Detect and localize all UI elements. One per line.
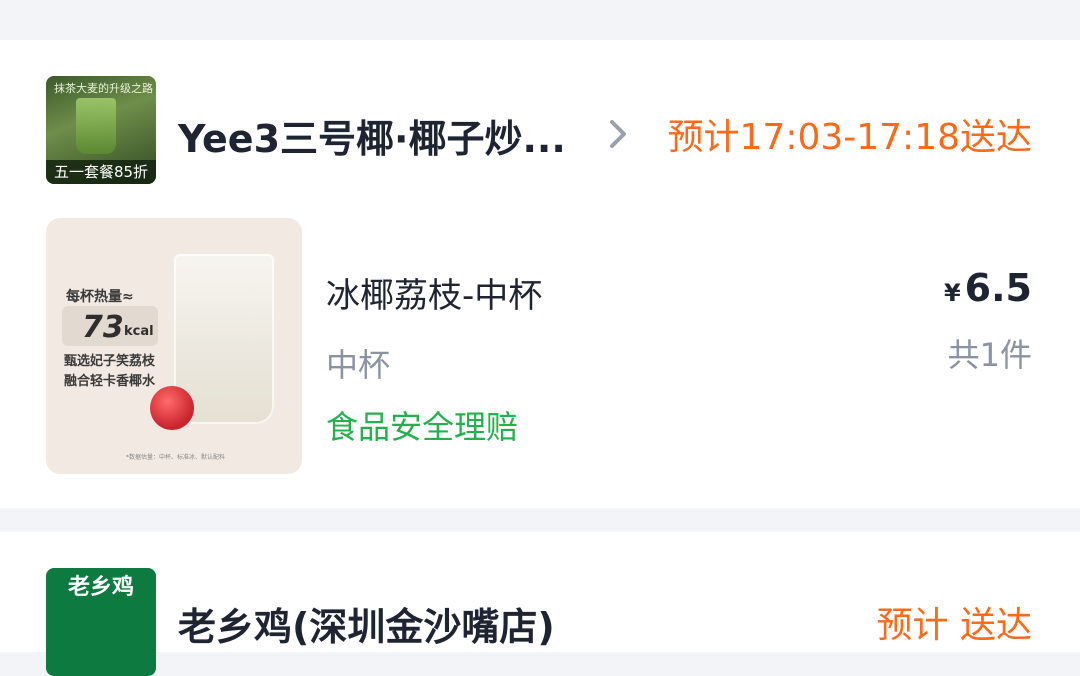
item-quantity: 共1件 bbox=[947, 336, 1032, 374]
food-safety-claim-link[interactable]: 食品安全理赔 bbox=[326, 402, 518, 448]
delivery-eta: 预计17:03-17:18送达 bbox=[667, 117, 1032, 158]
matcha-cup-image bbox=[76, 98, 116, 154]
product-price: ¥6.5 bbox=[944, 266, 1032, 310]
product-tagline-1: 甄选妃子笑荔枝 bbox=[64, 354, 156, 369]
product-image[interactable]: 每杯热量≈ 73 kcal 甄选妃子笑荔枝 融合轻卡香椰水 *数据估量：中杯、标… bbox=[46, 218, 302, 474]
calorie-unit: kcal bbox=[124, 324, 154, 339]
shop-name[interactable]: Yee3三号椰·椰子炒... bbox=[178, 108, 566, 163]
order-card[interactable]: 抹茶大麦的升级之路 五一套餐85折 Yee3三号椰·椰子炒... 预计17:03… bbox=[0, 40, 1080, 508]
shop-logo-text: 老乡鸡 bbox=[67, 575, 134, 600]
shop-name[interactable]: 老乡鸡(深圳金沙嘴店) bbox=[178, 596, 555, 651]
shop-promo-banner: 五一套餐85折 bbox=[46, 160, 156, 184]
order-card[interactable]: 老乡鸡 老乡鸡(深圳金沙嘴店) 预计 送达 bbox=[0, 532, 1080, 676]
shop-thumbnail[interactable]: 老乡鸡 bbox=[46, 568, 156, 676]
shop-thumbnail-caption: 抹茶大麦的升级之路 bbox=[54, 82, 153, 95]
calorie-value: 73 bbox=[82, 310, 124, 345]
currency-symbol: ¥ bbox=[943, 279, 961, 307]
calorie-disclaimer: *数据估量：中杯、标准冰、默认配料 bbox=[126, 454, 226, 461]
delivery-eta: 预计 送达 bbox=[876, 605, 1032, 646]
price-value: 6.5 bbox=[964, 266, 1032, 310]
product-name[interactable]: 冰椰荔枝-中杯 bbox=[326, 268, 542, 317]
product-tagline-2: 融合轻卡香椰水 bbox=[64, 374, 156, 389]
chevron-right-icon[interactable] bbox=[604, 114, 632, 154]
shop-thumbnail[interactable]: 抹茶大麦的升级之路 五一套餐85折 bbox=[46, 76, 156, 184]
calorie-label: 每杯热量≈ bbox=[66, 289, 134, 305]
lychee-image bbox=[150, 386, 194, 430]
product-spec: 中杯 bbox=[326, 346, 391, 384]
